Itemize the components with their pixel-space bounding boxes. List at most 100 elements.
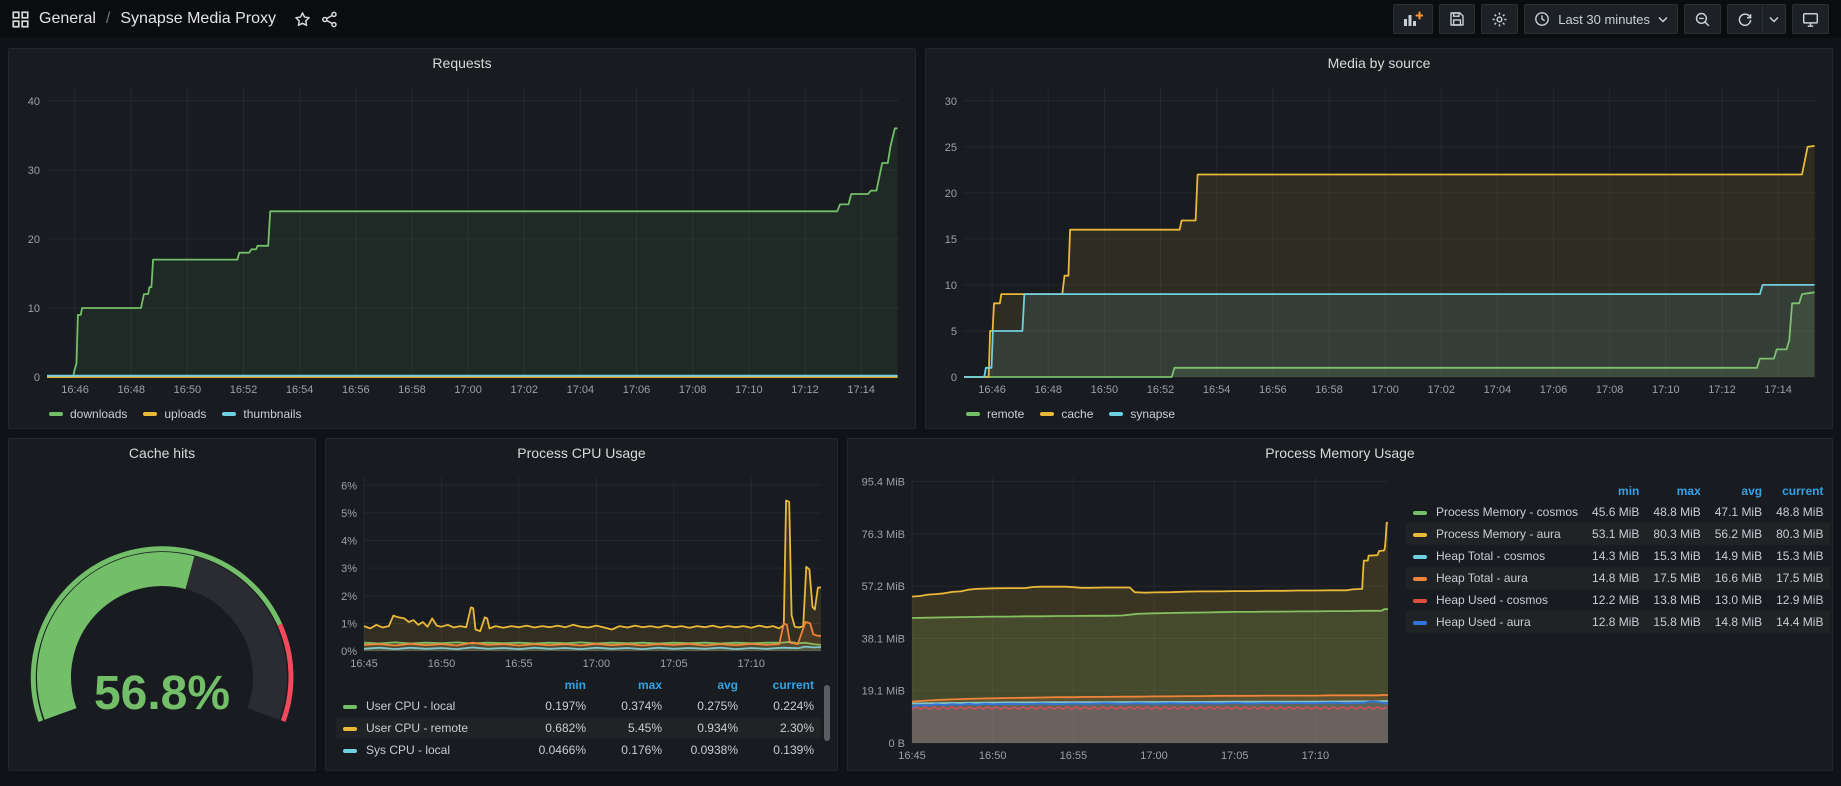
legend-col-max[interactable]: max (593, 675, 669, 695)
svg-text:0%: 0% (341, 646, 357, 658)
refresh-interval-dropdown[interactable] (1763, 4, 1786, 34)
legend-item[interactable]: thumbnails (222, 407, 301, 421)
series-name: remote (987, 407, 1024, 421)
chevron-down-icon (1769, 16, 1779, 23)
svg-text:17:05: 17:05 (660, 658, 688, 670)
legend-item[interactable]: uploads (143, 407, 206, 421)
breadcrumb-separator: / (106, 10, 110, 28)
refresh-button[interactable] (1727, 4, 1763, 34)
legend-value: 0.0938% (669, 739, 745, 761)
legend-col-current[interactable]: current (745, 675, 821, 695)
legend-item[interactable]: downloads (49, 407, 127, 421)
media-chart[interactable]: 16:4616:4816:5016:5216:5416:5616:5817:00… (934, 77, 1824, 399)
zoom-out-time-button[interactable] (1684, 4, 1721, 34)
legend-value: 14.4 MiB (1769, 611, 1830, 633)
svg-text:15: 15 (945, 234, 957, 246)
legend-value: 53.1 MiB (1585, 523, 1646, 545)
series-name: cache (1061, 407, 1093, 421)
svg-text:17:08: 17:08 (679, 384, 707, 396)
dashboards-grid-icon[interactable] (12, 11, 29, 28)
panel-requests: Requests 16:4616:4816:5016:5216:5416:561… (8, 48, 916, 429)
requests-chart[interactable]: 16:4616:4816:5016:5216:5416:5616:5817:00… (17, 77, 907, 399)
svg-text:16:50: 16:50 (979, 750, 1007, 762)
time-range-picker[interactable]: Last 30 minutes (1524, 4, 1678, 34)
legend-row[interactable]: Heap Total - aura14.8 MiB17.5 MiB16.6 Mi… (1406, 567, 1830, 589)
panel-title[interactable]: Process Memory Usage (848, 439, 1832, 467)
legend-col-min[interactable]: min (517, 675, 593, 695)
svg-text:16:55: 16:55 (1060, 750, 1088, 762)
dashboard-title[interactable]: Synapse Media Proxy (120, 10, 276, 28)
legend-row[interactable]: Process Memory - aura53.1 MiB80.3 MiB56.… (1406, 523, 1830, 545)
svg-text:0 B: 0 B (888, 738, 905, 750)
dashboard-settings-button[interactable] (1481, 4, 1518, 34)
breadcrumb-folder[interactable]: General (39, 10, 96, 28)
series-color-swatch (1413, 533, 1427, 537)
legend-item[interactable]: cache (1040, 407, 1093, 421)
timeseries-svg[interactable]: 16:4616:4816:5016:5216:5416:5616:5817:00… (17, 77, 907, 399)
cpu-chart[interactable]: 16:4516:5016:5517:0017:0517:100%1%2%3%4%… (334, 467, 829, 673)
cache-hits-gauge[interactable]: 56.8% (9, 467, 315, 767)
svg-text:30: 30 (28, 165, 40, 177)
save-dashboard-button[interactable] (1439, 4, 1475, 34)
series-color-swatch (1413, 599, 1427, 603)
svg-text:16:50: 16:50 (428, 658, 456, 670)
panel-title[interactable]: Process CPU Usage (326, 439, 837, 467)
legend-row[interactable]: Sys CPU - local0.0466%0.176%0.0938%0.139… (336, 739, 821, 761)
legend-col-avg[interactable]: avg (1708, 481, 1769, 501)
add-panel-button[interactable] (1393, 4, 1433, 34)
svg-text:17:02: 17:02 (1427, 384, 1455, 396)
memory-chart[interactable]: 16:4516:5016:5517:0017:0517:100 B19.1 Mi… (856, 467, 1396, 765)
legend-col-min[interactable]: min (1585, 481, 1646, 501)
legend-value: 16.6 MiB (1708, 567, 1769, 589)
panel-title[interactable]: Cache hits (9, 439, 315, 467)
share-icon[interactable] (321, 11, 338, 28)
panel-title[interactable]: Requests (9, 49, 915, 77)
legend-row[interactable]: User CPU - local0.197%0.374%0.275%0.224% (336, 695, 821, 717)
legend-value: 12.8 MiB (1585, 611, 1646, 633)
series-color-swatch (1413, 511, 1427, 515)
series-name: User CPU - local (366, 699, 455, 713)
legend-item[interactable]: remote (966, 407, 1024, 421)
time-range-label: Last 30 minutes (1558, 12, 1650, 27)
star-icon[interactable] (294, 11, 311, 28)
timeseries-svg[interactable]: 16:4516:5016:5517:0017:0517:100%1%2%3%4%… (334, 467, 829, 673)
svg-text:2%: 2% (341, 591, 357, 603)
svg-text:25: 25 (945, 142, 957, 154)
legend-col-avg[interactable]: avg (669, 675, 745, 695)
legend-value: 15.8 MiB (1646, 611, 1707, 633)
chevron-down-icon (1658, 16, 1668, 23)
svg-text:0: 0 (951, 372, 957, 384)
svg-text:0: 0 (34, 372, 40, 384)
series-color-swatch (1040, 412, 1054, 416)
legend-value: 0.224% (745, 695, 821, 717)
gauge-value: 56.8% (94, 667, 230, 720)
svg-text:16:58: 16:58 (1315, 384, 1343, 396)
legend-value: 48.8 MiB (1769, 501, 1830, 523)
cycle-view-mode-button[interactable] (1792, 4, 1829, 34)
svg-text:40: 40 (28, 96, 40, 108)
legend-item[interactable]: synapse (1109, 407, 1175, 421)
legend-row[interactable]: Heap Used - cosmos12.2 MiB13.8 MiB13.0 M… (1406, 589, 1830, 611)
svg-text:6%: 6% (341, 480, 357, 492)
clock-icon (1534, 11, 1550, 27)
timeseries-svg[interactable]: 16:4516:5016:5517:0017:0517:100 B19.1 Mi… (856, 467, 1396, 765)
gauge-svg[interactable]: 56.8% (9, 467, 315, 767)
timeseries-svg[interactable]: 16:4616:4816:5016:5216:5416:5616:5817:00… (934, 77, 1824, 399)
legend-value: 2.30% (745, 717, 821, 739)
legend-table: minmaxavgcurrentUser CPU - local0.197%0.… (336, 675, 821, 761)
svg-text:4%: 4% (341, 536, 357, 548)
panel-process-cpu-usage: Process CPU Usage 16:4516:5016:5517:0017… (325, 438, 838, 771)
legend-col-current[interactable]: current (1769, 481, 1830, 501)
legend-row[interactable]: Heap Used - aura12.8 MiB15.8 MiB14.8 MiB… (1406, 611, 1830, 633)
legend-value: 15.3 MiB (1646, 545, 1707, 567)
svg-text:17:04: 17:04 (1484, 384, 1512, 396)
legend-row[interactable]: Process Memory - cosmos45.6 MiB48.8 MiB4… (1406, 501, 1830, 523)
svg-text:17:08: 17:08 (1596, 384, 1624, 396)
svg-text:17:10: 17:10 (1302, 750, 1330, 762)
svg-text:16:56: 16:56 (342, 384, 370, 396)
legend-scrollbar[interactable] (824, 685, 830, 741)
legend-row[interactable]: Heap Total - cosmos14.3 MiB15.3 MiB14.9 … (1406, 545, 1830, 567)
legend-col-max[interactable]: max (1646, 481, 1707, 501)
panel-title[interactable]: Media by source (926, 49, 1832, 77)
legend-row[interactable]: User CPU - remote0.682%5.45%0.934%2.30% (336, 717, 821, 739)
